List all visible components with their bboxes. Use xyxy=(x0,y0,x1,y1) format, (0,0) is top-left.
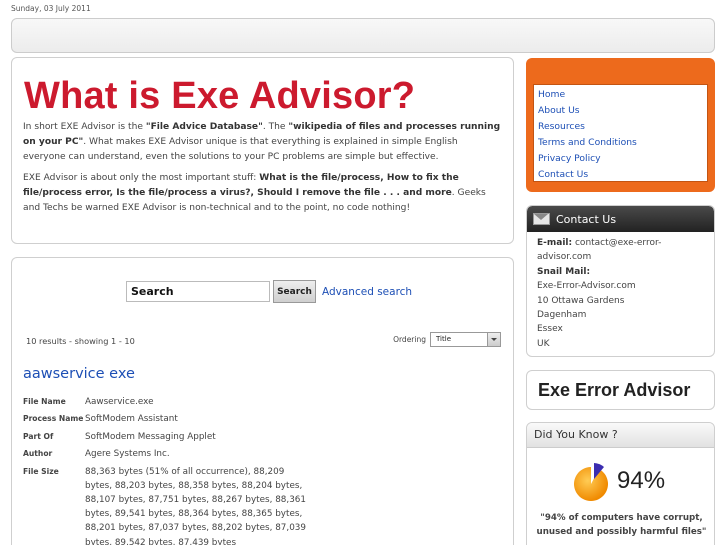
results-count: 10 results - showing 1 - 10 xyxy=(26,336,135,346)
address-line: Dagenham xyxy=(537,310,587,321)
ordering-select[interactable]: Title xyxy=(430,332,501,347)
brand-panel: Exe Error Advisor xyxy=(526,370,715,410)
address-line: Exe-Error-Advisor.com xyxy=(537,281,636,292)
contact-header: Contact Us xyxy=(527,206,714,232)
intro-paragraph-2: EXE Advisor is about only the most impor… xyxy=(23,173,486,213)
result-fields: File Name Aawservice.exe Process Name So… xyxy=(23,395,323,545)
ordering-label: Ordering xyxy=(393,335,426,344)
address-line: Essex xyxy=(537,324,563,335)
chevron-down-icon[interactable] xyxy=(487,333,500,346)
brand-title: Exe Error Advisor xyxy=(538,380,691,400)
did-you-know-panel: Did You Know ? 94% "94% of computers hav… xyxy=(526,422,715,545)
menu-list: Home About Us Resources Terms and Condit… xyxy=(533,84,708,182)
search-button[interactable]: Search xyxy=(273,280,316,303)
ordering-value: Title xyxy=(436,335,452,343)
field-row-author: Author Agere Systems Inc. xyxy=(23,449,170,460)
contact-title: Contact Us xyxy=(556,212,617,226)
intro-paragraph-1: In short EXE Advisor is the "File Advice… xyxy=(23,122,501,162)
menu-item-resources[interactable]: Resources xyxy=(538,119,703,135)
search-form: Search Advanced search xyxy=(126,280,412,303)
menu-item-about-us[interactable]: About Us xyxy=(538,103,703,119)
results-panel: Search Advanced search 10 results - show… xyxy=(11,257,514,545)
field-row-file-size: File Size 88,363 bytes (51% of all occur… xyxy=(23,466,306,545)
menu-item-contact-us[interactable]: Contact Us xyxy=(538,167,703,183)
field-row-process-name: Process Name SoftModem Assistant xyxy=(23,414,178,425)
menu-item-home[interactable]: Home xyxy=(538,87,703,103)
stat-row: 94% xyxy=(569,459,665,503)
address-line: UK xyxy=(537,338,550,349)
stat-percent: 94% xyxy=(617,467,666,494)
main-menu: Home About Us Resources Terms and Condit… xyxy=(526,58,715,192)
ordering-control: Ordering Title xyxy=(393,332,501,347)
date-label: Sunday, 03 July 2011 xyxy=(11,4,91,13)
intro-panel: What is Exe Advisor? In short EXE Adviso… xyxy=(11,57,514,244)
contact-mail-label: Snail Mail: xyxy=(537,266,591,277)
contact-panel: Contact Us E-mail: contact@exe-error-adv… xyxy=(526,205,715,357)
search-input[interactable] xyxy=(126,281,270,302)
advanced-search-link[interactable]: Advanced search xyxy=(322,286,412,298)
did-you-know-title: Did You Know ? xyxy=(527,423,714,448)
field-row-file-name: File Name Aawservice.exe xyxy=(23,397,154,407)
menu-item-terms[interactable]: Terms and Conditions xyxy=(538,135,703,151)
menu-item-privacy[interactable]: Privacy Policy xyxy=(538,151,703,167)
contact-email: E-mail: contact@exe-error-advisor.com xyxy=(537,238,662,263)
envelope-icon xyxy=(533,213,550,225)
result-title-link[interactable]: aawservice exe xyxy=(23,366,135,382)
pie-chart-icon xyxy=(574,463,608,501)
contact-body: E-mail: contact@exe-error-advisor.com Sn… xyxy=(527,232,714,355)
top-navigation-bar xyxy=(11,18,715,53)
stat-text: "94% of computers have corrupt, unused a… xyxy=(536,513,707,537)
field-row-part-of: Part Of SoftModem Messaging Applet xyxy=(23,431,216,442)
page-title: What is Exe Advisor? xyxy=(24,75,416,117)
address-line: 10 Ottawa Gardens xyxy=(537,295,625,306)
